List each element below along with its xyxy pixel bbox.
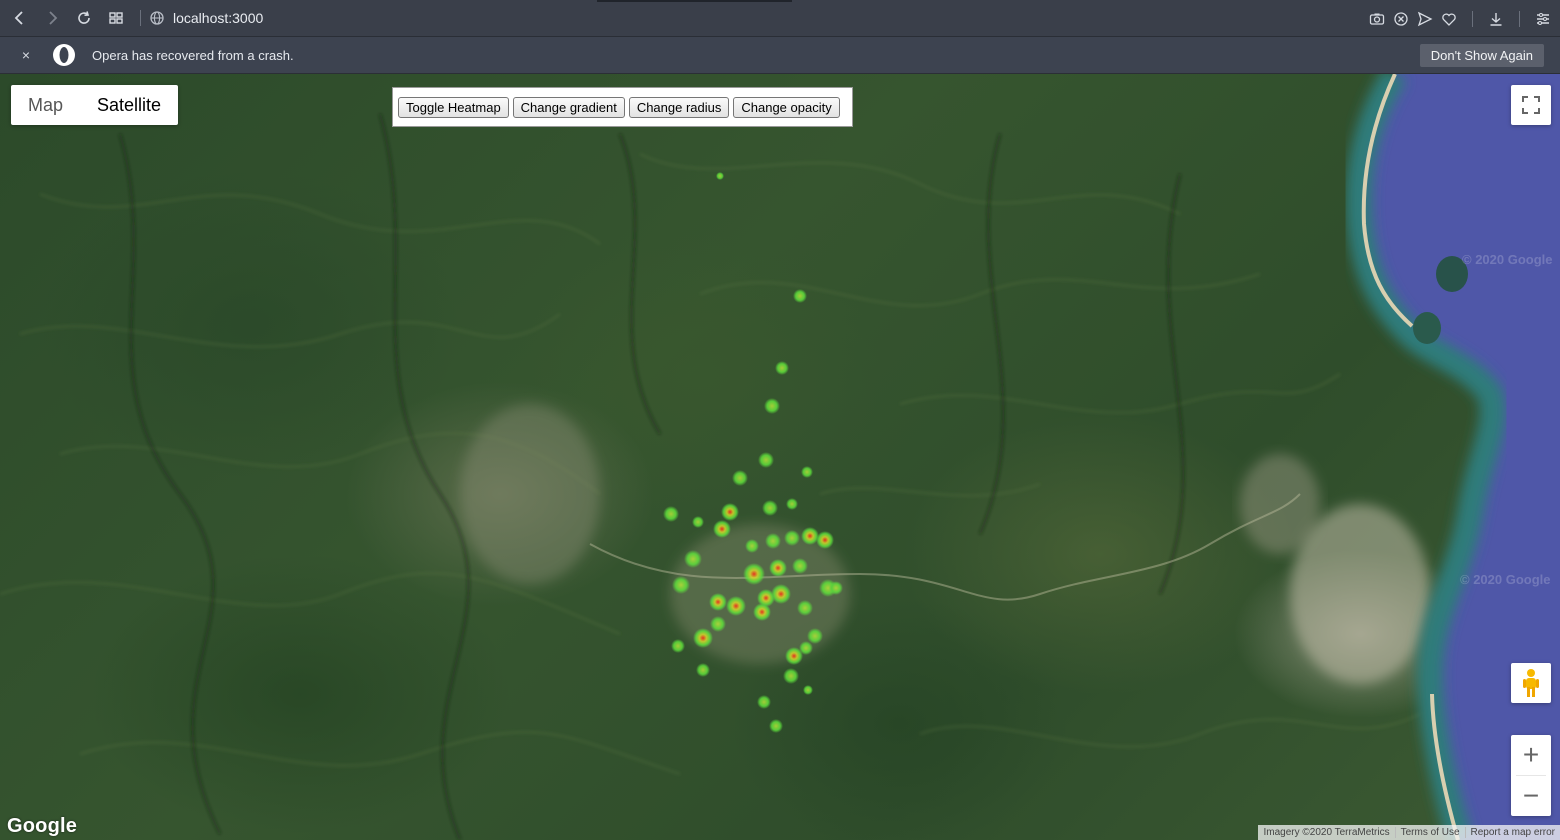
- satellite-map[interactable]: © 2020 Google © 2020 Google Map Satellit…: [0, 74, 1560, 840]
- google-logo[interactable]: Google: [7, 815, 77, 838]
- map-watermark-bottom: © 2020 Google: [1460, 572, 1551, 587]
- url-text[interactable]: localhost:3000: [173, 10, 263, 26]
- change-gradient-button[interactable]: Change gradient: [512, 96, 625, 118]
- heart-icon[interactable]: [1440, 0, 1458, 37]
- change-radius-button[interactable]: Change radius: [628, 96, 730, 118]
- fullscreen-button[interactable]: [1511, 85, 1551, 125]
- imagery-attribution: Imagery ©2020 TerraMetrics: [1263, 827, 1390, 838]
- back-icon[interactable]: [4, 0, 36, 37]
- map-terrain: © 2020 Google © 2020 Google: [0, 74, 1560, 840]
- report-map-error-link[interactable]: Report a map error: [1464, 827, 1560, 838]
- toolbar-right-group: [1368, 0, 1552, 37]
- download-icon[interactable]: [1487, 0, 1505, 37]
- toggle-heatmap-button[interactable]: Toggle Heatmap: [398, 96, 509, 118]
- pegman-icon: [1523, 669, 1539, 697]
- active-tab-indicator: [597, 0, 792, 2]
- opera-logo-icon: [53, 44, 75, 66]
- map-type-satellite-button[interactable]: Satellite: [80, 85, 178, 125]
- crash-notification-bar: × Opera has recovered from a crash. Don'…: [0, 37, 1560, 74]
- dont-show-again-button[interactable]: Don't Show Again: [1419, 44, 1544, 67]
- toolbar-divider: [140, 10, 141, 26]
- map-type-map-button[interactable]: Map: [11, 85, 80, 125]
- adblock-icon[interactable]: [1392, 0, 1410, 37]
- fullscreen-icon: [1522, 96, 1540, 114]
- heatmap-controls-panel: Toggle Heatmap Change gradient Change ra…: [392, 87, 853, 127]
- tabs-grid-icon[interactable]: [100, 0, 132, 37]
- map-attribution: Imagery ©2020 TerraMetrics Terms of Use …: [1258, 825, 1560, 840]
- forward-icon[interactable]: [36, 0, 68, 37]
- street-view-pegman-button[interactable]: [1511, 663, 1551, 703]
- toolbar-divider-right: [1472, 10, 1473, 27]
- camera-icon[interactable]: [1368, 0, 1386, 37]
- terms-of-use-link[interactable]: Terms of Use: [1394, 827, 1465, 838]
- send-icon[interactable]: [1416, 0, 1434, 37]
- reload-icon[interactable]: [68, 0, 100, 37]
- address-bar[interactable]: localhost:3000: [149, 0, 263, 37]
- map-type-control: Map Satellite: [11, 85, 179, 125]
- zoom-control: + −: [1511, 735, 1551, 816]
- menu-icon[interactable]: [1534, 0, 1552, 37]
- notification-message: Opera has recovered from a crash.: [92, 47, 294, 63]
- zoom-in-button[interactable]: +: [1511, 735, 1551, 775]
- globe-icon: [149, 10, 165, 26]
- map-watermark-top: © 2020 Google: [1462, 252, 1553, 267]
- browser-toolbar: localhost:3000: [0, 0, 1560, 37]
- close-notification-button[interactable]: ×: [0, 47, 52, 63]
- toolbar-divider-right-2: [1519, 10, 1520, 27]
- change-opacity-button[interactable]: Change opacity: [733, 96, 840, 118]
- zoom-out-button[interactable]: −: [1511, 776, 1551, 816]
